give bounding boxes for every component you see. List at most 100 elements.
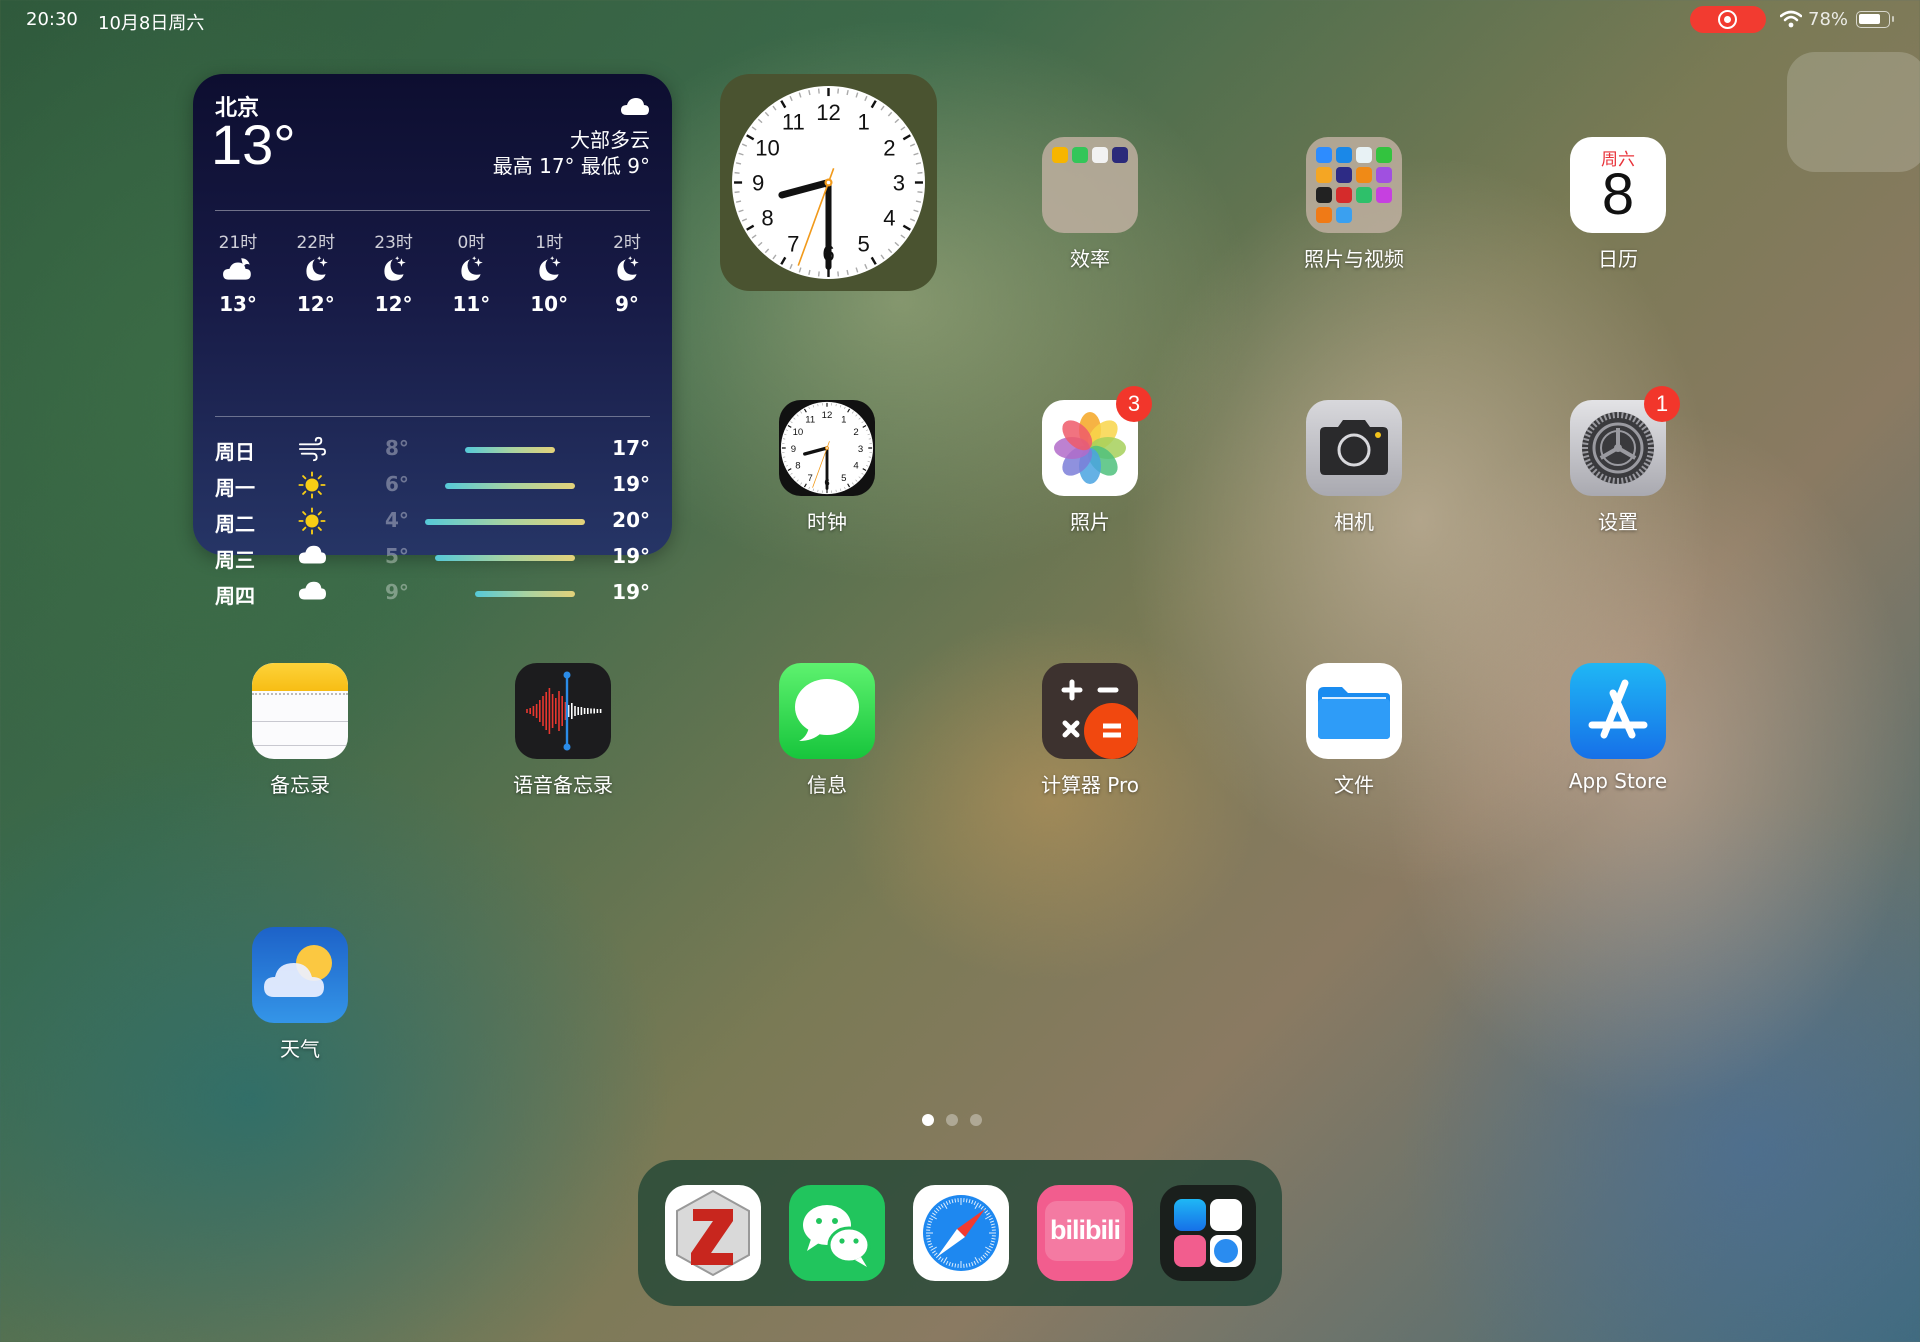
day-low: 6° — [385, 472, 409, 496]
daily-item: 周日 8° 17° — [215, 432, 650, 468]
clock-numeral: 7 — [808, 473, 813, 484]
status-date: 10月8日周六 — [98, 13, 205, 34]
app-settings[interactable]: 1 设置 — [1543, 386, 1693, 535]
page-indicator[interactable] — [922, 1114, 982, 1126]
app-weather[interactable]: 天气 — [225, 927, 375, 1062]
moon-stars-icon — [539, 256, 561, 281]
wind-icon — [298, 436, 326, 462]
weather-app-icon — [252, 927, 348, 1023]
weather-widget[interactable]: 北京 13° 大部多云 最高 17° 最低 9° 21时 13° 22时 12° 2… — [193, 74, 672, 608]
clock-numeral: 3 — [858, 444, 863, 455]
clock-numeral: 9 — [752, 171, 764, 196]
page-dot[interactable] — [922, 1114, 934, 1126]
app-calendar[interactable]: 周六 8 日历 — [1543, 137, 1693, 272]
app-label: App Store — [1568, 769, 1668, 793]
weather-condition: 大部多云 — [570, 128, 650, 152]
clock-icon: 121234567891011 — [779, 400, 875, 496]
app-label: 照片与视频 — [1304, 247, 1404, 271]
app-messages[interactable]: 信息 — [752, 663, 902, 798]
app-notes[interactable]: 备忘录 — [225, 663, 375, 798]
battery-percent: 78% — [1808, 9, 1849, 30]
app-photos[interactable]: 3 照片 — [1015, 386, 1165, 535]
hourly-item: 23时 12° — [359, 228, 429, 316]
notification-badge: 3 — [1116, 386, 1152, 422]
temp-range-bar — [425, 519, 585, 525]
assistive-touch-handle[interactable] — [1787, 52, 1920, 172]
clock-numeral: 12 — [816, 100, 841, 125]
app-label: 语音备忘录 — [513, 773, 613, 797]
safari-mini-icon — [1210, 1235, 1242, 1267]
app-calculator-pro[interactable]: 计算器 Pro — [1015, 663, 1165, 798]
weather-current-temp: 13° — [211, 113, 296, 176]
day-label: 周四 — [215, 584, 255, 608]
moon-stars-icon — [306, 256, 328, 281]
day-label: 周日 — [215, 440, 255, 464]
moon-stars-icon — [617, 256, 639, 281]
cloud-icon — [621, 98, 649, 115]
app-store-icon — [1570, 663, 1666, 759]
hour-temp: 11° — [452, 292, 491, 316]
clock-numeral: 4 — [853, 461, 859, 472]
clock-numeral: 2 — [853, 427, 858, 438]
files-icon — [1306, 663, 1402, 759]
daily-item: 周二 4° 20° — [215, 504, 650, 540]
folder-icon — [1042, 137, 1138, 233]
app-camera[interactable]: 相机 — [1279, 400, 1429, 535]
photos-icon: 3 — [1042, 386, 1152, 496]
cloud-icon — [298, 581, 326, 600]
dock-app-bilibili[interactable]: bilibili — [1037, 1185, 1133, 1281]
screen-recording-indicator[interactable] — [1690, 6, 1766, 33]
day-low: 5° — [385, 544, 409, 568]
daily-item: 周四 9° 19° — [215, 576, 650, 612]
safari-icon — [923, 1195, 999, 1271]
baidu-netdisk-icon — [1210, 1199, 1242, 1231]
hourly-item: 0时 11° — [436, 228, 506, 316]
temp-range-track — [425, 483, 585, 489]
clock-numeral: 5 — [841, 473, 846, 484]
temp-range-track — [425, 447, 585, 453]
clock-widget[interactable]: 121234567891011 — [720, 74, 937, 291]
temp-range-bar — [465, 447, 555, 453]
divider — [215, 210, 650, 211]
clock-numeral: 12 — [822, 410, 833, 421]
app-label: 计算器 Pro — [1040, 773, 1140, 797]
hour-temp: 12° — [296, 292, 335, 316]
notes-icon — [252, 663, 348, 759]
day-label: 周一 — [215, 476, 255, 500]
dock: bilibili — [638, 1160, 1282, 1306]
clock-numeral: 5 — [858, 231, 870, 256]
cloud-moon-icon — [223, 258, 251, 280]
divider — [215, 416, 650, 417]
dock-app-wechat[interactable] — [789, 1185, 885, 1281]
hour-label: 23时 — [374, 233, 413, 253]
hourly-item: 2时 9° — [592, 228, 662, 316]
bilibili-logo-text: bilibili — [1050, 1215, 1121, 1245]
page-dot[interactable] — [946, 1114, 958, 1126]
calendar-day: 8 — [1601, 162, 1635, 227]
temp-range-bar — [475, 591, 575, 597]
temp-range-track — [425, 555, 585, 561]
clock-numeral: 10 — [793, 427, 804, 438]
app-label: 相机 — [1334, 510, 1374, 534]
app-label: 效率 — [1070, 247, 1110, 271]
hourly-forecast: 21时 13° 22时 12° 23时 12° 0时 11° 1时 10° 2时 9° — [203, 228, 662, 316]
moon-stars-icon — [461, 256, 484, 281]
dock-app-zotero[interactable] — [665, 1185, 761, 1281]
folder-photo-video[interactable]: 照片与视频 — [1279, 137, 1429, 272]
messages-icon — [779, 663, 875, 759]
temp-range-bar — [445, 483, 575, 489]
clock-numeral: 9 — [791, 444, 796, 455]
daily-item: 周一 6° 19° — [215, 468, 650, 504]
page-dot[interactable] — [970, 1114, 982, 1126]
app-label: 日历 — [1598, 247, 1638, 271]
app-label: 文件 — [1334, 773, 1374, 797]
dock-recent-apps[interactable] — [1160, 1185, 1256, 1281]
weather-high-low: 最高 17° 最低 9° — [492, 154, 650, 178]
app-app-store[interactable]: App Store — [1543, 663, 1693, 793]
temp-range-track — [425, 591, 585, 597]
folder-productivity[interactable]: 效率 — [1015, 137, 1165, 272]
app-voice-memos[interactable]: 语音备忘录 — [488, 663, 638, 798]
dock-app-safari[interactable] — [913, 1185, 1009, 1281]
app-clock[interactable]: 121234567891011 时钟 — [752, 400, 902, 535]
app-files[interactable]: 文件 — [1279, 663, 1429, 798]
